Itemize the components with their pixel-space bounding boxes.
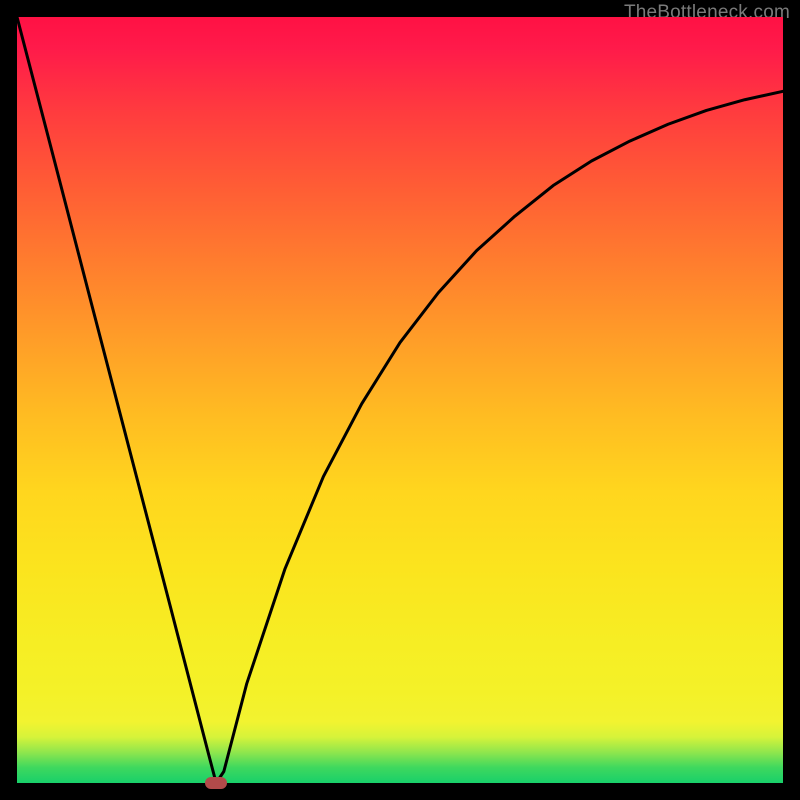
curve-layer bbox=[17, 17, 783, 783]
minimum-marker bbox=[205, 777, 227, 789]
chart-frame: TheBottleneck.com bbox=[0, 0, 800, 800]
curve-path bbox=[17, 17, 783, 783]
plot-area bbox=[17, 17, 783, 783]
